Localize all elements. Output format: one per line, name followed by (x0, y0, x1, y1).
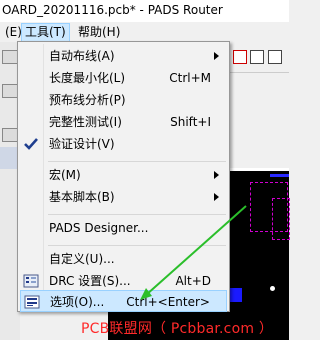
watermark: PCB联盟网（ Pcbbar.com ） (81, 321, 274, 337)
annotation-arrow-icon (140, 205, 247, 300)
